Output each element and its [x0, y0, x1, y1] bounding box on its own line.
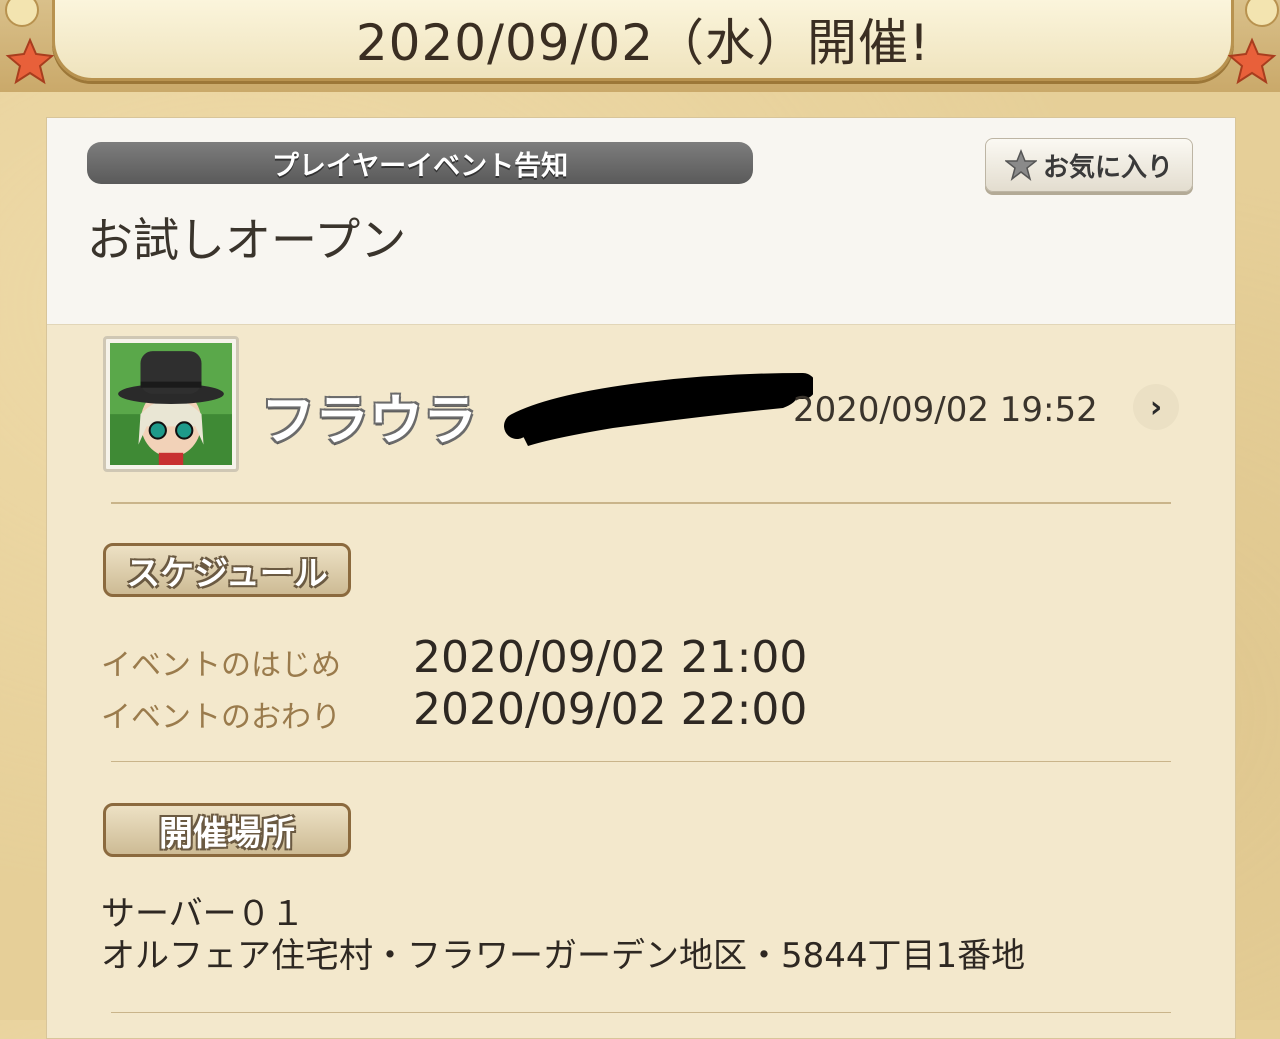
posted-timestamp: 2020/09/02 19:52: [793, 390, 1098, 430]
start-datetime: 2020/09/02 21:00: [413, 632, 808, 683]
event-header: プレイヤーイベント告知 お気に入り お試しオープン: [47, 118, 1235, 325]
divider: [111, 502, 1171, 504]
schedule-section-label: スケジュール: [103, 543, 351, 597]
favorite-label: お気に入り: [1042, 152, 1173, 183]
event-date-title: 2020/09/02（水）開催!: [355, 14, 931, 72]
event-title: お試しオープン: [87, 213, 407, 267]
end-datetime: 2020/09/02 22:00: [413, 684, 808, 735]
venue-address: オルフェア住宅村・フラワーガーデン地区・5844丁目1番地: [101, 936, 1026, 976]
poster-name[interactable]: フラウラ: [261, 376, 477, 455]
favorite-button[interactable]: お気に入り: [985, 138, 1193, 192]
divider: [111, 761, 1171, 762]
divider: [111, 1012, 1171, 1013]
venue-section-label: 開催場所: [103, 803, 351, 857]
end-label: イベントのおわり: [101, 700, 341, 735]
event-detail-card: プレイヤーイベント告知 お気に入り お試しオープン フラウラ 2020/09/0…: [46, 117, 1236, 1039]
chevron-right-icon[interactable]: ›: [1133, 384, 1179, 430]
starfish-shell-right-icon: [1227, 0, 1279, 85]
event-category-bar: プレイヤーイベント告知: [87, 142, 753, 184]
character-portrait: [110, 343, 232, 465]
poster-avatar[interactable]: [103, 336, 239, 472]
star-icon: [1004, 149, 1037, 181]
start-label: イベントのはじめ: [101, 648, 341, 683]
redaction-scribble: [504, 373, 813, 446]
header-banner: 2020/09/02（水）開催!: [0, 0, 1280, 92]
banner-plate: 2020/09/02（水）開催!: [52, 0, 1234, 81]
